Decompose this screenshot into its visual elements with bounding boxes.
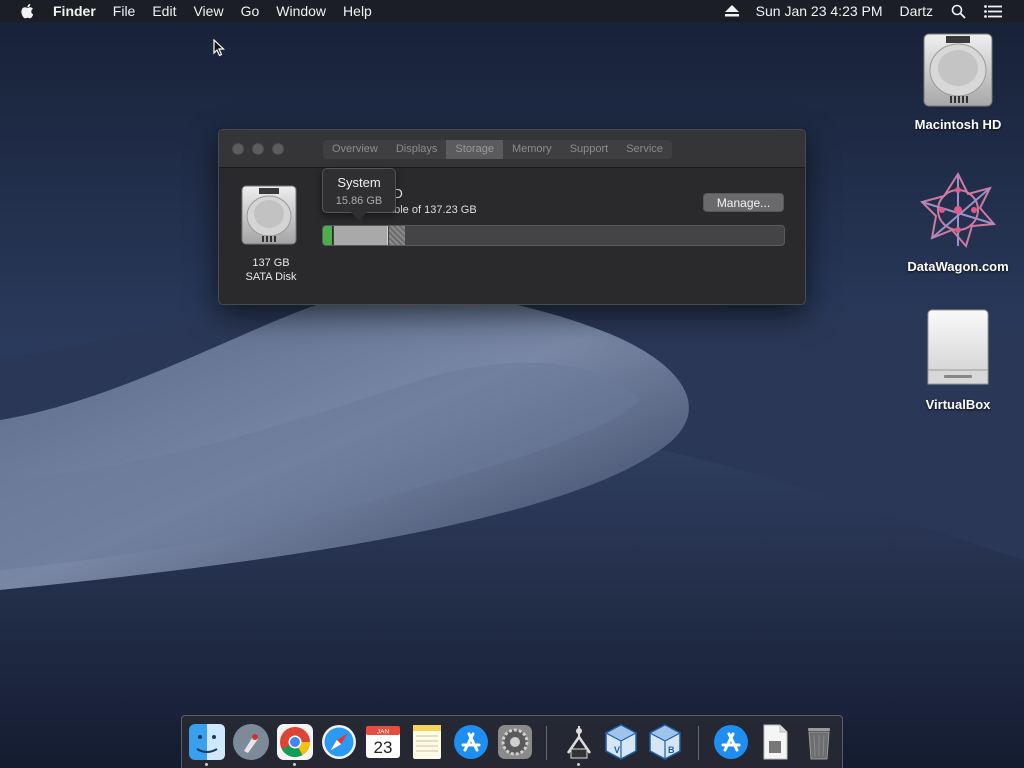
desktop-icon-label: DataWagon.com [907,259,1009,274]
document-icon[interactable] [756,723,794,761]
finder-icon[interactable] [188,723,226,761]
menu-app-name[interactable]: Finder [53,3,96,19]
dock-separator [698,726,699,760]
desktop-icon-virtualbox[interactable]: VirtualBox [898,308,1018,412]
desktop-wallpaper [0,0,1024,768]
tooltip-title: System [337,175,381,190]
hard-drive-icon [241,185,297,245]
notes-icon[interactable] [408,723,446,761]
eject-icon[interactable] [724,5,739,17]
trash-icon[interactable] [800,723,838,761]
menu-user[interactable]: Dartz [900,3,933,19]
menu-bar: Finder File Edit View Go Window Help Sun… [0,0,1024,22]
menu-window[interactable]: Window [276,3,326,19]
spotlight-search-icon[interactable] [951,4,966,19]
tooltip-size: 15.86 GB [335,195,383,207]
window-titlebar[interactable]: Overview Displays Storage Memory Support… [219,130,805,168]
disk-type: SATA Disk [245,271,297,283]
tab-memory[interactable]: Memory [503,140,561,159]
storage-tooltip: System 15.86 GB [322,168,396,213]
storage-segment-other[interactable] [389,226,405,245]
manage-button[interactable]: Manage... [703,193,784,212]
disk-caption: 137 GB SATA Disk [231,256,311,284]
tab-overview[interactable]: Overview [323,140,387,159]
notification-center-icon[interactable] [984,4,1002,18]
tab-support[interactable]: Support [561,140,618,159]
system-preferences-icon[interactable] [496,723,534,761]
mouse-cursor-icon [213,39,225,57]
tooltip-arrow [351,212,367,221]
menu-extras: Sun Jan 23 4:23 PM Dartz [707,3,1024,19]
calendar-day: 23 [374,738,393,757]
safari-icon[interactable] [320,723,358,761]
tab-service[interactable]: Service [617,140,672,159]
svg-text:B: B [668,745,675,755]
menu-clock[interactable]: Sun Jan 23 4:23 PM [756,3,883,19]
storage-segment-apps[interactable] [323,226,333,245]
close-button[interactable] [232,143,244,155]
menu-help[interactable]: Help [343,3,372,19]
disk-size: 137 GB [252,257,290,269]
menu-edit[interactable]: Edit [152,3,176,19]
running-indicator [293,763,296,766]
svg-text:V: V [614,745,620,755]
app-store-icon[interactable] [712,723,750,761]
tab-storage[interactable]: Storage [446,140,503,159]
desktop-icon-label: Macintosh HD [914,117,1002,132]
dock-separator [546,726,547,760]
launchpad-icon[interactable] [232,723,270,761]
virtualbox-icon[interactable]: V [602,723,640,761]
datawagon-logo-icon [920,171,997,249]
zoom-button[interactable] [272,143,284,155]
desktop-icon-macintosh-hd[interactable]: Macintosh HD [898,32,1018,132]
external-drive-icon [927,309,989,385]
menu-file[interactable]: File [113,3,136,19]
window-controls [232,143,292,155]
app-store-icon[interactable] [452,723,490,761]
minimize-button[interactable] [252,143,264,155]
apple-menu-icon[interactable] [19,2,37,20]
menu-view[interactable]: View [193,3,223,19]
menu-go[interactable]: Go [241,3,260,19]
color-meter-icon[interactable] [560,723,598,761]
tab-bar: Overview Displays Storage Memory Support… [323,140,672,159]
virtualbox-icon[interactable]: B [646,723,684,761]
storage-usage-bar[interactable] [322,225,785,246]
running-indicator [577,763,580,766]
hard-drive-icon [923,33,993,107]
chrome-icon[interactable] [276,723,314,761]
calendar-icon[interactable]: JAN 23 [364,723,402,761]
dock: JAN 23 V B [181,715,843,768]
desktop-icon-label: VirtualBox [925,397,991,412]
storage-segment-system[interactable] [334,226,388,245]
running-indicator [205,763,208,766]
tab-displays[interactable]: Displays [387,140,447,159]
calendar-month: JAN [377,729,390,736]
desktop-icon-datawagon[interactable]: DataWagon.com [898,170,1018,274]
